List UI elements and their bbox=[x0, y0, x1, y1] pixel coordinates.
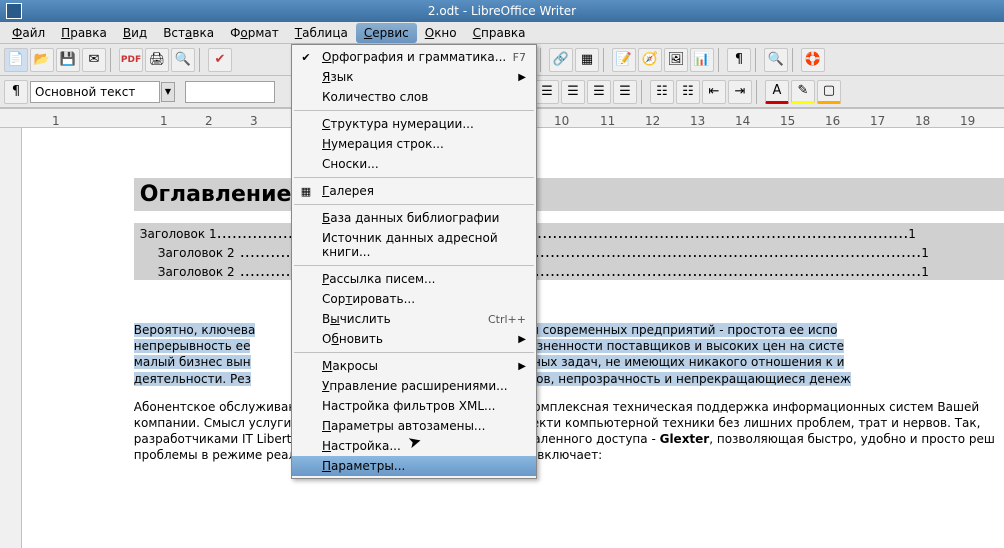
email-button[interactable]: ✉ bbox=[82, 48, 106, 72]
spellcheck-button[interactable]: ✔ bbox=[208, 48, 232, 72]
menu-bar: Файл Правка Вид Вставка Формат Таблица С… bbox=[0, 22, 1004, 44]
menu-separator bbox=[294, 265, 534, 266]
menu-separator bbox=[294, 110, 534, 111]
open-button[interactable]: 📂 bbox=[30, 48, 54, 72]
font-name-combo[interactable] bbox=[185, 81, 275, 103]
menu-ext-manager[interactable]: Управление расширениями... bbox=[292, 376, 536, 396]
menu-table[interactable]: Таблица bbox=[287, 23, 356, 43]
hyperlink-button[interactable]: 🔗 bbox=[549, 48, 573, 72]
bgcolor-button[interactable]: ▢ bbox=[817, 80, 841, 104]
print-button[interactable]: 🖨 bbox=[145, 48, 169, 72]
menu-sort[interactable]: Сортировать... bbox=[292, 289, 536, 309]
save-button[interactable]: 💾 bbox=[56, 48, 80, 72]
menu-separator bbox=[294, 204, 534, 205]
menu-edit[interactable]: Правка bbox=[53, 23, 115, 43]
font-color-button[interactable]: A bbox=[765, 80, 789, 104]
menu-autocorrect[interactable]: Параметры автозамены... bbox=[292, 416, 536, 436]
menu-language[interactable]: Язык▶ bbox=[292, 67, 536, 87]
menu-file[interactable]: Файл bbox=[4, 23, 53, 43]
window-title: 2.odt - LibreOffice Writer bbox=[0, 4, 1004, 18]
pdf-button[interactable]: PDF bbox=[119, 48, 143, 72]
indent-decrease-button[interactable]: ⇤ bbox=[702, 80, 726, 104]
align-right-button[interactable]: ☰ bbox=[587, 80, 611, 104]
gallery-button[interactable]: 🖼 bbox=[664, 48, 688, 72]
menu-bibliography-db[interactable]: База данных библиографии bbox=[292, 208, 536, 228]
menu-separator bbox=[294, 177, 534, 178]
menu-spelling[interactable]: ✔ Орфография и грамматика... F7 bbox=[292, 47, 536, 67]
menu-macros[interactable]: Макросы▶ bbox=[292, 356, 536, 376]
spellcheck-icon: ✔ bbox=[298, 49, 314, 65]
zoom-button[interactable]: 🔍 bbox=[764, 48, 788, 72]
menu-wordcount[interactable]: Количество слов bbox=[292, 87, 536, 107]
menu-xml-filter[interactable]: Настройка фильтров XML... bbox=[292, 396, 536, 416]
menu-address-source[interactable]: Источник данных адресной книги... bbox=[292, 228, 536, 262]
menu-customize[interactable]: Настройка... bbox=[292, 436, 536, 456]
chevron-right-icon: ▶ bbox=[518, 334, 526, 345]
body-paragraph: Вероятно, ключевауктуры современных пред… bbox=[134, 322, 1004, 387]
styles-button[interactable]: 📝 bbox=[612, 48, 636, 72]
help-icon[interactable]: 🛟 bbox=[801, 48, 825, 72]
styles-dropdown-button[interactable]: ¶ bbox=[4, 80, 28, 104]
toc-row: Заголовок 2 ............................… bbox=[134, 261, 1004, 280]
align-justify-button[interactable]: ☰ bbox=[613, 80, 637, 104]
align-left-button[interactable]: ☰ bbox=[535, 80, 559, 104]
menu-mailmerge[interactable]: Рассылка писем... bbox=[292, 269, 536, 289]
toc-title: Оглавление bbox=[134, 178, 1004, 211]
page: Оглавление Заголовок 1..................… bbox=[134, 128, 1004, 464]
service-menu-dropdown: ✔ Орфография и грамматика... F7 Язык▶ Ко… bbox=[291, 44, 537, 479]
chevron-right-icon: ▶ bbox=[518, 72, 526, 83]
menu-separator bbox=[294, 352, 534, 353]
chevron-right-icon: ▶ bbox=[518, 361, 526, 372]
menu-outline-numbering[interactable]: Структура нумерации... bbox=[292, 114, 536, 134]
menu-footnotes[interactable]: Сноски... bbox=[292, 154, 536, 174]
toc-divider bbox=[134, 211, 1004, 223]
menu-gallery[interactable]: ▦ Галерея bbox=[292, 181, 536, 201]
menu-insert[interactable]: Вставка bbox=[155, 23, 222, 43]
paragraph-style-combo[interactable]: Основной текст bbox=[30, 81, 160, 103]
title-bar: 2.odt - LibreOffice Writer bbox=[0, 0, 1004, 22]
new-button[interactable]: 📄 bbox=[4, 48, 28, 72]
numbering-button[interactable]: ☷ bbox=[650, 80, 674, 104]
toc-container: Оглавление Заголовок 1..................… bbox=[134, 178, 1004, 280]
navigator-button[interactable]: 🧭 bbox=[638, 48, 662, 72]
table-button[interactable]: ▦ bbox=[575, 48, 599, 72]
menu-format[interactable]: Формат bbox=[222, 23, 287, 43]
menu-service[interactable]: Сервис bbox=[356, 23, 417, 43]
combo-arrow-icon[interactable]: ▼ bbox=[161, 82, 175, 102]
menu-help[interactable]: Справка bbox=[465, 23, 534, 43]
toc-row: Заголовок 2 ............................… bbox=[134, 242, 1004, 261]
nonprint-button[interactable]: ¶ bbox=[727, 48, 751, 72]
menu-line-numbering[interactable]: Нумерация строк... bbox=[292, 134, 536, 154]
menu-view[interactable]: Вид bbox=[115, 23, 155, 43]
menu-options[interactable]: Параметры... bbox=[292, 456, 536, 476]
preview-button[interactable]: 🔍 bbox=[171, 48, 195, 72]
gallery-icon: ▦ bbox=[298, 183, 314, 199]
bullets-button[interactable]: ☷ bbox=[676, 80, 700, 104]
indent-increase-button[interactable]: ⇥ bbox=[728, 80, 752, 104]
menu-refresh[interactable]: Обновить▶ bbox=[292, 329, 536, 349]
body-paragraph: Абонентское обслуживание от IT Libertas … bbox=[134, 399, 1004, 464]
toc-row: Заголовок 1.............................… bbox=[134, 223, 1004, 242]
menu-calculate[interactable]: ВычислитьCtrl++ bbox=[292, 309, 536, 329]
highlight-button[interactable]: ✎ bbox=[791, 80, 815, 104]
menu-window[interactable]: Окно bbox=[417, 23, 465, 43]
align-center-button[interactable]: ☰ bbox=[561, 80, 585, 104]
datasource-button[interactable]: 📊 bbox=[690, 48, 714, 72]
ruler-vertical[interactable] bbox=[0, 128, 22, 548]
